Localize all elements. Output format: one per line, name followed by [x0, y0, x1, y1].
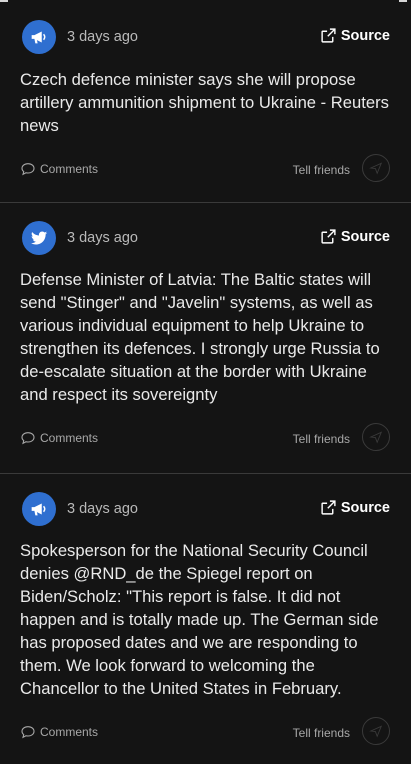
megaphone-avatar-icon	[22, 492, 56, 526]
speech-bubble-icon	[21, 432, 35, 445]
post-text: Defense Minister of Latvia: The Baltic s…	[20, 270, 380, 404]
post-header: 3 days ago Source	[22, 492, 390, 528]
news-feed: 3 days ago Source Czech defence minister…	[0, 0, 411, 764]
external-link-icon	[321, 229, 336, 244]
comments-button[interactable]: Comments	[20, 430, 98, 446]
source-link[interactable]: Source	[320, 228, 390, 245]
megaphone-icon	[31, 503, 46, 516]
edge-mark-left	[0, 0, 8, 2]
post-header: 3 days ago Source	[22, 20, 390, 56]
post-time: 3 days ago	[67, 230, 138, 246]
post-footer: Comments Tell friends	[20, 154, 390, 184]
send-icon	[369, 725, 383, 738]
edge-mark-right	[399, 0, 407, 2]
send-icon	[369, 431, 383, 444]
post-footer: Comments Tell friends	[20, 717, 390, 747]
comments-button[interactable]: Comments	[20, 161, 98, 177]
megaphone-avatar-icon	[22, 20, 56, 54]
share-button[interactable]	[362, 717, 390, 745]
external-link-icon	[321, 500, 336, 515]
share-button[interactable]	[362, 423, 390, 451]
comments-button[interactable]: Comments	[20, 724, 98, 740]
post-time: 3 days ago	[67, 501, 138, 517]
post-time: 3 days ago	[67, 29, 138, 45]
source-label: Source	[340, 499, 390, 516]
post-card: 3 days ago Source Spokesperson for the N…	[0, 475, 411, 764]
share-button[interactable]	[362, 154, 390, 182]
post-card: 3 days ago Source Defense Minister of La…	[0, 204, 411, 474]
tell-friends-link[interactable]: Tell friends	[293, 432, 350, 446]
source-link[interactable]: Source	[320, 27, 390, 44]
post-text: Czech defence minister says she will pro…	[20, 70, 389, 135]
source-link[interactable]: Source	[320, 499, 390, 516]
post-text: Spokesperson for the National Security C…	[20, 541, 379, 698]
comments-label: Comments	[40, 431, 99, 445]
comments-label: Comments	[40, 725, 99, 739]
speech-bubble-icon	[21, 726, 35, 739]
tell-friends-link[interactable]: Tell friends	[293, 726, 350, 740]
source-label: Source	[340, 228, 390, 245]
send-icon	[369, 162, 383, 175]
twitter-bird-icon	[30, 231, 48, 245]
comments-label: Comments	[40, 162, 99, 176]
tell-friends-link[interactable]: Tell friends	[293, 163, 350, 177]
post-card: 3 days ago Source Czech defence minister…	[0, 3, 411, 203]
external-link-icon	[321, 28, 336, 43]
post-header: 3 days ago Source	[22, 221, 390, 257]
speech-bubble-icon	[21, 163, 35, 176]
megaphone-icon	[31, 31, 46, 44]
twitter-avatar-icon	[22, 221, 56, 255]
source-label: Source	[340, 27, 390, 44]
post-footer: Comments Tell friends	[20, 423, 390, 453]
